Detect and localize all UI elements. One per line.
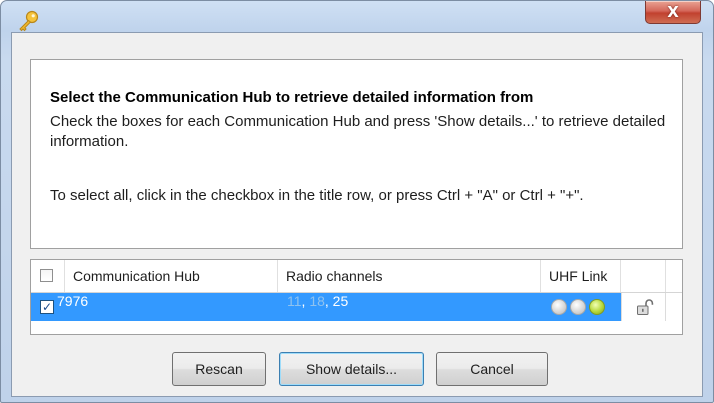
row-checkbox[interactable]: ✓ bbox=[40, 300, 54, 314]
column-header-communication-hub[interactable]: Communication Hub bbox=[65, 260, 278, 292]
uhf-link-indicators bbox=[551, 299, 607, 315]
radio-channel-faded: 18 bbox=[309, 293, 325, 309]
column-header-uhf-link[interactable]: UHF Link bbox=[541, 260, 621, 292]
info-heading: Select the Communication Hub to retrieve… bbox=[50, 89, 534, 106]
table-header-row: Communication Hub Radio channels UHF Lin… bbox=[31, 260, 682, 293]
close-icon: X bbox=[667, 3, 679, 21]
uhf-led-off bbox=[551, 299, 567, 315]
info-description: Check the boxes for each Communication H… bbox=[50, 113, 666, 150]
info-panel: Select the Communication Hub to retrieve… bbox=[30, 59, 683, 249]
title-bar[interactable]: X bbox=[1, 1, 713, 32]
hub-table: Communication Hub Radio channels UHF Lin… bbox=[30, 259, 683, 335]
uhf-led-off bbox=[570, 299, 586, 315]
info-select-all-hint: To select all, click in the checkbox in … bbox=[50, 187, 584, 204]
cancel-button[interactable]: Cancel bbox=[436, 352, 548, 386]
lock-cell[interactable] bbox=[621, 293, 666, 321]
column-header-radio-channels[interactable]: Radio channels bbox=[278, 260, 541, 292]
uhf-led-on bbox=[589, 299, 605, 315]
select-all-checkbox[interactable] bbox=[40, 269, 53, 282]
table-row[interactable]: ✓ 7976 11, 18, 25 bbox=[31, 293, 682, 321]
unlocked-padlock-icon bbox=[637, 299, 654, 315]
close-button[interactable]: X bbox=[645, 1, 701, 24]
checkmark-icon: ✓ bbox=[41, 300, 53, 314]
header-checkbox-cell bbox=[31, 260, 65, 292]
radio-channel-faded: 11 bbox=[287, 293, 302, 309]
dialog-window: X Select the Communication Hub to retrie… bbox=[0, 0, 714, 403]
dialog-client-area: Select the Communication Hub to retrieve… bbox=[11, 32, 703, 397]
radio-channel-active: , 25 bbox=[324, 293, 349, 309]
rescan-button[interactable]: Rescan bbox=[172, 352, 266, 386]
radio-channels-cell: 11, 18, 25 bbox=[287, 293, 349, 309]
hub-id-cell: 7976 bbox=[57, 293, 89, 309]
column-header-lock bbox=[621, 260, 666, 292]
show-details-button[interactable]: Show details... bbox=[279, 352, 424, 386]
